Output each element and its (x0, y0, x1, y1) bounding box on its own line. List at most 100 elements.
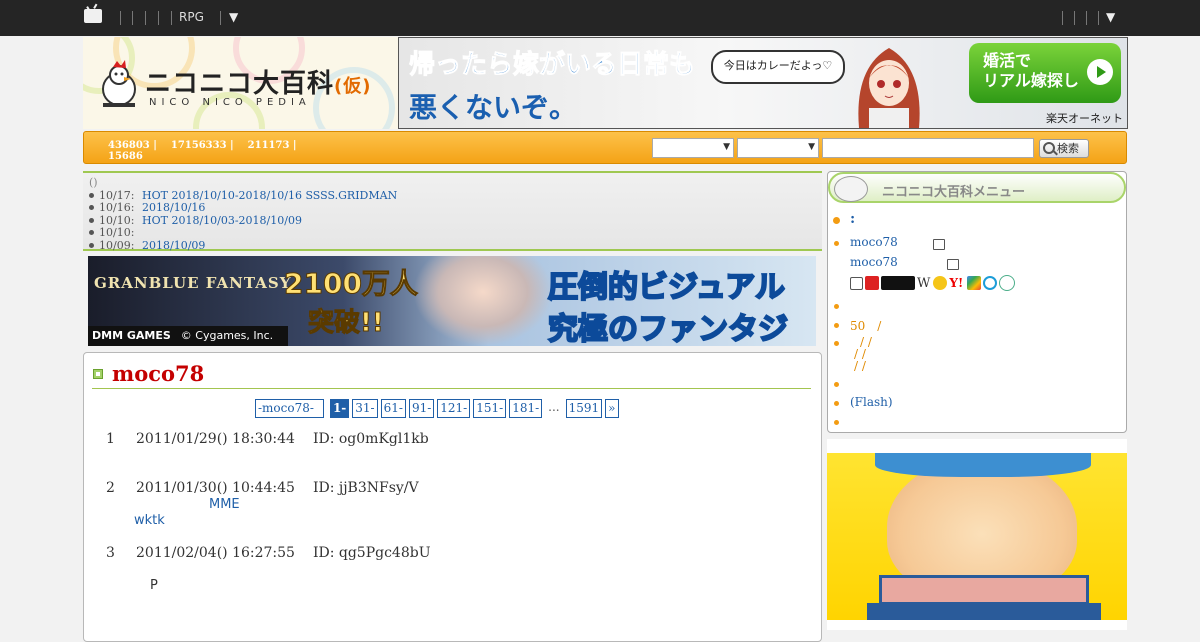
bullet-icon (89, 242, 94, 248)
post-datetime: 2011/01/30() 10:44:45 (136, 480, 295, 496)
post-link-mme[interactable]: MME (209, 497, 240, 512)
search-mode-select[interactable] (737, 138, 819, 158)
ad-tagline-1: 圧倒的ビジュアル (547, 269, 786, 306)
ad-cta-button[interactable]: 婚活で リアル嫁探し (969, 43, 1121, 103)
nicoseiga-icon[interactable] (865, 276, 879, 290)
post-header: 1 2011/01/29() 18:30:44 ID: og0mKgl1kb (106, 431, 429, 447)
ad-sponsor: 楽天オーネット (1046, 112, 1123, 125)
menu-user-link-2[interactable]: moco78 (850, 255, 898, 269)
hatena-icon[interactable] (933, 276, 948, 290)
post-datetime: 2011/01/29() 18:30:44 (136, 431, 295, 447)
top-navbar: RPG ▼ ▼ (0, 0, 1200, 36)
bullet-icon (89, 230, 94, 235)
pager-link[interactable]: 181- (509, 399, 543, 418)
nav-divider (158, 11, 159, 25)
logo-subtitle: NICO NICO PEDIA (149, 97, 311, 108)
site-logo[interactable]: ニコニコ大百科(仮) NICO NICO PEDIA (83, 37, 398, 129)
pager-current[interactable]: 1- (329, 399, 350, 418)
google-icon[interactable] (967, 276, 982, 290)
site-stats: 436803 | 17156333 | 211173 | 15686 (108, 140, 311, 162)
stat-other: 15686 (108, 151, 143, 162)
ad-belly-image (827, 453, 1127, 620)
menu-colon: : (850, 211, 856, 227)
post-number[interactable]: 2 (106, 480, 136, 496)
menu-user-link[interactable]: moco78 (850, 235, 898, 249)
post-link-wktk[interactable]: wktk (134, 513, 165, 528)
site-header: ニコニコ大百科(仮) NICO NICO PEDIA 帰ったら嫁がいる日常も 悪… (83, 37, 1128, 129)
bullet-icon (89, 205, 94, 210)
stat-posts: 17156333 | (170, 140, 234, 151)
menu-flash-link[interactable]: (Flash) (850, 395, 893, 409)
site-menu-panel: ニコニコ大百科メニュー : moco78 moco78 W Y! 50 / / /… (827, 171, 1127, 433)
ad-banner-top[interactable]: 帰ったら嫁がいる日常も 悪くないぞ。 今日はカレーだよっ♡ 婚活で リアル嫁探し… (398, 37, 1128, 129)
menu-slashes[interactable]: / / (854, 359, 866, 373)
pager-last[interactable]: 1591 (565, 399, 603, 418)
news-link[interactable]: HOT 2018/10/10-2018/10/16 SSSS.GRIDMAN (142, 189, 397, 202)
news-link[interactable]: HOT 2018/10/03-2018/10/09 (142, 214, 302, 227)
nav-divider (145, 11, 146, 25)
ad-banner-mid[interactable]: GRANBLUE FANTASY 2100万人 突破!! 圧倒的ビジュアル 究極… (88, 256, 816, 346)
mascot-icon (834, 176, 868, 202)
bullet-icon (834, 241, 839, 246)
pagination: -moco78- 1- 31- 61- 91- 121- 151- 181-... 1591» (255, 399, 622, 418)
pixiv-icon[interactable] (983, 276, 998, 290)
pager-link[interactable]: 151- (473, 399, 507, 418)
nav-divider (1098, 11, 1099, 25)
menu-item-50[interactable]: 50 / (850, 317, 881, 334)
post-id: ID: qg5Pgc48bU (312, 545, 431, 561)
niconico-tv-icon[interactable] (84, 9, 102, 23)
ad-copyright: © Cygames, Inc. (180, 329, 274, 342)
menu-header: ニコニコ大百科メニュー (828, 172, 1126, 203)
search-icon (1043, 142, 1055, 154)
ad-tagline-2: 究極のファンタジー (547, 311, 789, 346)
news-link[interactable]: 2018/10/16 (142, 201, 205, 214)
nav-divider (171, 11, 172, 25)
ad-character-illustration (413, 256, 553, 346)
yahoo-icon[interactable]: Y! (949, 276, 966, 290)
stat-pictures: 211173 | (247, 140, 297, 151)
bullet-icon (834, 304, 839, 309)
nav-rpg-link[interactable]: RPG (179, 10, 204, 24)
pager-link[interactable]: 31- (352, 399, 378, 418)
nav-divider (220, 11, 221, 25)
pager-article-link[interactable]: -moco78- (255, 399, 324, 418)
pager-link[interactable]: 91- (408, 399, 435, 418)
post-header: 3 2011/02/04() 16:27:55 ID: qg5Pgc48bU (106, 545, 431, 561)
pager-ellipsis: ... (548, 400, 560, 414)
pager-next[interactable]: » (605, 399, 619, 418)
post-number[interactable]: 1 (106, 431, 136, 447)
post-number[interactable]: 3 (106, 545, 136, 561)
pager-link[interactable]: 61- (380, 399, 406, 418)
user-menu-dropdown[interactable]: ▼ (1106, 10, 1115, 24)
news-date: 10/16: (99, 201, 135, 214)
bullet-icon (834, 323, 839, 328)
search-target-select[interactable] (652, 138, 734, 158)
nav-more-dropdown[interactable]: ▼ (229, 10, 238, 24)
pager-link[interactable]: 121- (437, 399, 471, 418)
external-services: W Y! (850, 275, 1017, 291)
nav-divider (1074, 11, 1075, 25)
news-link[interactable]: 2018/10/09 (142, 239, 205, 252)
bullet-icon (834, 401, 839, 406)
ad-square[interactable] (827, 439, 1127, 630)
news-date: 10/10: (99, 226, 135, 239)
ad-big-text: 2100万人 (284, 267, 419, 301)
post-id: ID: jjB3NFsy/V (312, 480, 419, 496)
wikipedia-icon[interactable]: W (917, 276, 930, 291)
niconico-logo-icon[interactable] (881, 276, 915, 290)
article-panel: moco78 -moco78- 1- 31- 61- 91- 121- 151- 181-..… (83, 352, 822, 642)
search-button[interactable]: 検索 (1039, 139, 1089, 158)
page-title: moco78 (112, 361, 205, 386)
nav-divider (1086, 11, 1087, 25)
search-input[interactable] (822, 138, 1034, 158)
bullet-icon (89, 192, 94, 198)
menu-title: ニコニコ大百科メニュー (882, 185, 1026, 200)
service-icon[interactable] (999, 275, 1016, 291)
tv-icon[interactable] (947, 259, 959, 270)
title-divider (92, 388, 811, 389)
bullet-icon (833, 217, 840, 224)
tv-icon[interactable] (933, 239, 945, 250)
ad-brand: DMM GAMES (92, 329, 171, 342)
nicovideo-icon[interactable] (850, 276, 863, 290)
nav-divider (132, 11, 133, 25)
